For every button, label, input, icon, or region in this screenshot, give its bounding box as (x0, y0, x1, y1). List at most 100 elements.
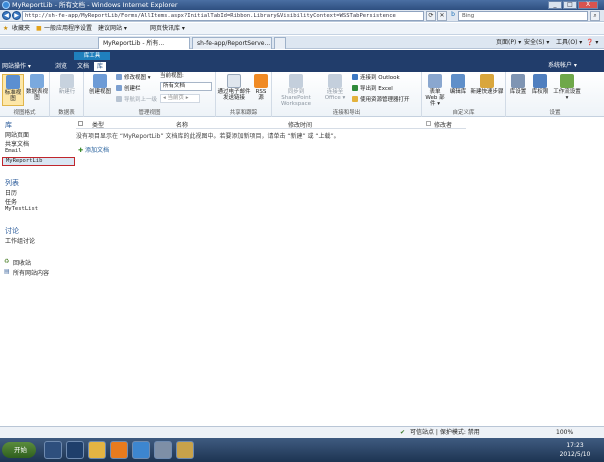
fav-link-app-settings[interactable]: 一般应用程序设置 (44, 23, 92, 35)
open-explorer-button[interactable]: 使用资源管理器打开 (352, 96, 410, 104)
nav-item-myreportlib[interactable]: MyReportLib (2, 157, 75, 166)
help-menu[interactable]: ❓ ▾ (586, 38, 598, 48)
tab-documents[interactable]: 文档 (74, 62, 92, 71)
nav-header-libraries[interactable]: 库 (5, 120, 12, 130)
url-input[interactable]: http://sh-fe-app/MyReportLib/Forms/AllIt… (22, 11, 424, 21)
minimize-button[interactable]: _ (548, 1, 562, 9)
nav-item-mytestlist[interactable]: MyTestList (5, 206, 38, 212)
page-menu[interactable]: 页面(P) ▾ (496, 38, 521, 48)
ribbon-group-view-format: 标准视图 数据表视图 视图格式 (0, 72, 50, 117)
tab-browse[interactable]: 浏览 (52, 62, 70, 71)
nav-item-all-content[interactable]: 所有网站内容 (13, 268, 49, 277)
safety-menu[interactable]: 安全(S) ▾ (524, 38, 549, 48)
current-view-label: 当前视图: (160, 73, 184, 79)
powershell-icon[interactable] (66, 441, 84, 459)
nav-item-recycle-bin[interactable]: 回收站 (13, 258, 31, 267)
explorer-icon[interactable] (88, 441, 106, 459)
standard-view-button[interactable]: 标准视图 (2, 74, 24, 106)
maximize-button[interactable]: □ (563, 1, 577, 9)
site-actions-menu[interactable]: 网站操作 ▾ (2, 62, 31, 71)
paint-icon[interactable] (176, 441, 194, 459)
edit-library-button[interactable]: 编辑库 (448, 74, 468, 95)
browser-tab-row: MyReportLib - 所有... sh-fe-app/ReportServ… (0, 36, 604, 49)
group-label-customize: 自定义库 (452, 110, 475, 116)
tab-myreportlib[interactable]: MyReportLib - 所有... (98, 37, 190, 49)
back-button[interactable]: ◀ (2, 11, 11, 20)
quick-step-icon (480, 74, 494, 88)
nav-item-site-pages[interactable]: 网站页面 (5, 130, 29, 139)
sharepoint-top-bar: 库工具 网站操作 ▾ 浏览 文档 库 系统帐户 ▾ (0, 50, 604, 72)
nav-item-shared-documents[interactable]: 共享文档 (5, 139, 29, 148)
nav-item-tasks[interactable]: 任务 (5, 197, 17, 206)
tab-reportserver[interactable]: sh-fe-app/ReportServe... (192, 37, 272, 49)
email-icon (227, 74, 241, 88)
workflow-settings-button[interactable]: 工作流设置 ▾ (552, 74, 582, 101)
ie-logo-icon (2, 1, 10, 9)
select-all-checkbox[interactable] (78, 121, 83, 126)
standard-view-icon (6, 75, 20, 89)
nav-item-calendar[interactable]: 日历 (5, 188, 17, 197)
nav-item-team-discussion[interactable]: 工作组讨论 (5, 236, 35, 245)
ribbon-group-datasheet: 新建行 数据表 (50, 72, 84, 117)
modified-by-checkbox[interactable] (426, 121, 431, 126)
zoom-level[interactable]: 100% (556, 427, 573, 438)
ribbon: 标准视图 数据表视图 视图格式 新建行 数据表 创建视图 修改视图 ▾ 创建栏 … (0, 72, 604, 117)
fav-suggested-sites[interactable]: 建议网站 ▾ (98, 23, 127, 35)
refresh-icon[interactable]: ⟳ (426, 11, 436, 21)
sharepoint-shell-icon[interactable] (154, 441, 172, 459)
nav-header-discussions[interactable]: 讨论 (5, 226, 19, 236)
current-page-nav[interactable]: ◂ 当前页 ▸ (160, 94, 200, 103)
clock[interactable]: 17:23 2012/5/10 (548, 441, 602, 459)
bing-icon: b (451, 11, 455, 18)
tools-icon[interactable] (110, 441, 128, 459)
permissions-icon (533, 74, 547, 88)
modify-view-button[interactable]: 修改视图 ▾ (116, 74, 151, 82)
clock-time: 17:23 (566, 442, 584, 449)
workflow-icon (560, 74, 574, 88)
recycle-bin-icon: ♻ (4, 258, 10, 265)
email-link-button[interactable]: 通过电子邮件发送链接 (217, 74, 251, 101)
create-view-button[interactable]: 创建视图 (86, 74, 114, 95)
create-column-button[interactable]: 创建栏 (116, 85, 141, 93)
new-quick-step-button[interactable]: 新建快速步骤 (470, 74, 504, 95)
new-row-button[interactable]: 新建行 (54, 74, 80, 95)
search-input[interactable]: Bing (458, 11, 588, 21)
tools-menu[interactable]: 工具(O) ▾ (556, 38, 582, 48)
tab-library[interactable]: 库 (94, 62, 107, 71)
fav-web-slices[interactable]: 网页快讯库 ▾ (150, 23, 185, 35)
document-library-view: 类型 名称 修改时间 修改者 没有项目显示在 “MyReportLib” 文档库… (76, 118, 604, 408)
stop-icon[interactable]: ✕ (437, 11, 447, 21)
add-document-link[interactable]: ✚ 添加文档 (78, 145, 109, 154)
ribbon-group-manage-views: 创建视图 修改视图 ▾ 创建栏 导航到上一级 当前视图: 所有文档 ◂ 当前页 … (84, 72, 216, 117)
nav-item-email[interactable]: Email (5, 148, 22, 154)
close-button[interactable]: X (578, 1, 598, 9)
new-row-icon (60, 74, 74, 88)
new-tab-button[interactable] (274, 37, 286, 49)
connect-office-button[interactable]: 连接至 Office ▾ (320, 74, 350, 101)
favorites-button[interactable]: 收藏夹 (12, 23, 30, 35)
sync-workspace-button[interactable]: 同步到 SharePoint Workspace (274, 74, 318, 107)
rss-feed-button[interactable]: RSS 源 (252, 74, 270, 101)
search-icon[interactable]: ⌕ (590, 11, 600, 21)
ie-taskbar-icon[interactable] (132, 441, 150, 459)
ribbon-group-customize: 表单 Web 部件 ▾ 编辑库 新建快速步骤 自定义库 (422, 72, 506, 117)
library-permissions-button[interactable]: 库权限 (530, 74, 550, 95)
navigate-up-button[interactable]: 导航到上一级 (116, 96, 157, 104)
favorites-bar: ★ 收藏夹 ■ 一般应用程序设置 建议网站 ▾ 网页快讯库 ▾ (0, 23, 604, 35)
current-view-dropdown[interactable]: 所有文档 (160, 82, 212, 91)
form-webparts-button[interactable]: 表单 Web 部件 ▾ (423, 74, 447, 107)
nav-header-lists[interactable]: 列表 (5, 178, 19, 188)
library-settings-button[interactable]: 库设置 (508, 74, 528, 95)
datasheet-view-button[interactable]: 数据表视图 (26, 74, 48, 101)
address-bar: ◀ ▶ http://sh-fe-app/MyReportLib/Forms/A… (0, 10, 604, 22)
account-menu[interactable]: 系统帐户 ▾ (548, 61, 577, 70)
start-button[interactable]: 开始 (2, 442, 36, 458)
server-manager-icon[interactable] (44, 441, 62, 459)
connect-outlook-button[interactable]: 连接到 Outlook (352, 74, 400, 82)
workspace-icon (289, 74, 303, 88)
ribbon-group-settings: 库设置 库权限 工作流设置 ▾ 设置 (506, 72, 604, 117)
forward-button[interactable]: ▶ (12, 11, 21, 20)
export-excel-button[interactable]: 导出到 Excel (352, 85, 393, 93)
office-icon (328, 74, 342, 88)
form-webparts-icon (428, 74, 442, 88)
